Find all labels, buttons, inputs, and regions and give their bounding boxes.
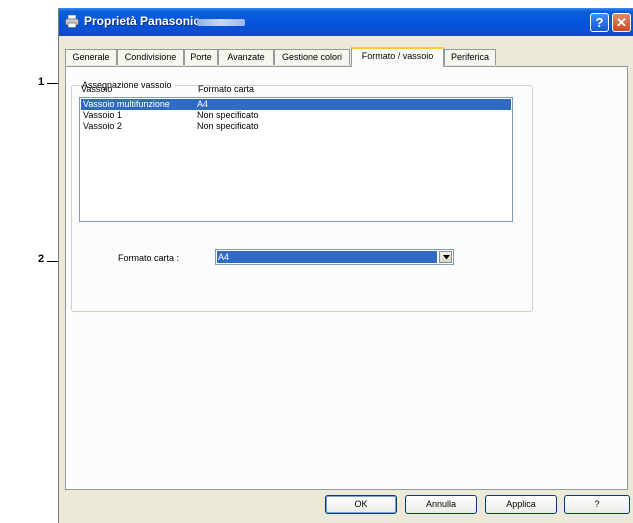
tab-periferica[interactable]: Periferica (444, 49, 496, 65)
paper-size: Non specificato (197, 121, 259, 131)
tab-formato-vassoio[interactable]: Formato / vassoio (351, 47, 444, 67)
tray-name: Vassoio 1 (83, 110, 122, 120)
window-title: Proprietà Panasonic (84, 14, 201, 28)
tray-name: Vassoio 2 (83, 121, 122, 131)
tab-panel-formato-vassoio: Assegnazione vassoio Vassoio Formato car… (65, 66, 628, 490)
paper-size: Non specificato (197, 110, 259, 120)
tab-porte[interactable]: Porte (184, 49, 218, 65)
column-header-paper: Formato carta (198, 84, 255, 94)
tray-list[interactable]: Vassoio multifunzione A4 Vassoio 1 Non s… (79, 97, 513, 222)
column-header-tray: Vassoio (81, 84, 113, 94)
redacted-model-name (197, 19, 245, 26)
title-bar[interactable]: Proprietà Panasonic ? ✕ (59, 8, 633, 36)
tray-assignment-group: Assegnazione vassoio Vassoio Formato car… (71, 80, 533, 312)
tray-name: Vassoio multifunzione (83, 99, 170, 109)
tab-generale[interactable]: Generale (65, 49, 117, 65)
tab-gestione-colori[interactable]: Gestione colori (274, 49, 350, 65)
paper-size-label: Formato carta : (118, 253, 180, 263)
ok-button[interactable]: OK (325, 495, 397, 514)
printer-icon (65, 14, 79, 28)
printer-properties-dialog: Proprietà Panasonic ? ✕ Generale Condivi… (58, 8, 633, 523)
list-item[interactable]: Vassoio 1 Non specificato (81, 110, 511, 121)
list-item[interactable]: Vassoio 2 Non specificato (81, 121, 511, 132)
help-title-button[interactable]: ? (590, 13, 609, 32)
apply-button[interactable]: Applica (485, 495, 557, 514)
tab-condivisione[interactable]: Condivisione (117, 49, 184, 65)
callout-number-2: 2 (38, 253, 45, 265)
paper-size-value: A4 (217, 251, 437, 263)
paper-size: A4 (197, 99, 209, 109)
callout-number-1: 1 (38, 76, 45, 88)
close-button[interactable]: ✕ (612, 13, 631, 32)
chevron-down-icon[interactable] (439, 251, 452, 263)
cancel-button[interactable]: Annulla (405, 495, 477, 514)
tab-avanzate[interactable]: Avanzate (218, 49, 274, 65)
list-item[interactable]: Vassoio multifunzione A4 (81, 99, 511, 110)
help-button[interactable]: ? (564, 495, 630, 514)
paper-size-select[interactable]: A4 (215, 249, 454, 265)
